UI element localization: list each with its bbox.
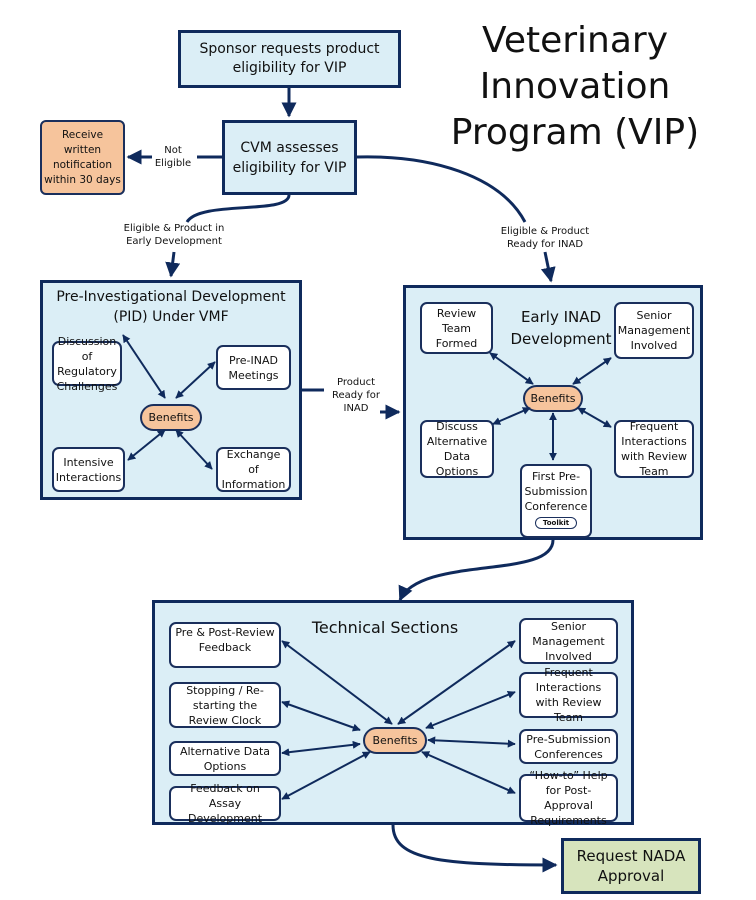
product-ready-label: Product Ready for INAD <box>332 377 380 414</box>
arrow-inad-to-tech <box>398 539 555 602</box>
title-line-1: Veterinary <box>481 20 669 61</box>
tech-right-howto: “How-to” Help for Post-Approval Requirem… <box>519 769 618 827</box>
sponsor-request-box: Sponsor requests product eligibility for… <box>178 30 401 88</box>
inad-item-review-team: Review Team Formed <box>420 302 493 354</box>
cvm-assess-text: CVM assesses eligibility for VIP <box>232 139 347 176</box>
toolkit-button[interactable]: Toolkit <box>534 517 578 529</box>
nada-approval-box: Request NADA Approval <box>561 838 701 894</box>
arrow-inad-head <box>540 251 556 283</box>
tech-left-assay: Feedback on Assay Development <box>169 782 281 825</box>
tech-right-senior: Senior Management Involved <box>519 618 618 664</box>
first-presub-text: First Pre-Submission Conference <box>524 470 588 513</box>
inad-item-alt-data: Discuss Alternative Data Options <box>420 420 494 478</box>
inad-item-senior-mgmt: Senior Management Involved <box>614 302 694 359</box>
inad-title: Early INAD Development <box>510 308 612 348</box>
arrow-cvm-to-pid <box>185 194 291 223</box>
arrow-cvm-to-inad <box>356 155 527 223</box>
notification-text: Receive written notification within 30 d… <box>44 128 121 186</box>
eligible-inad-label: Eligible & Product Ready for INAD <box>500 226 590 250</box>
notification-box: Receive written notification within 30 d… <box>40 120 125 195</box>
diagram-title: Veterinary Innovation Program (VIP) <box>440 18 710 156</box>
pid-item-exchange: Exchange of Information <box>216 447 291 492</box>
inad-item-first-presub: First Pre-Submission Conference Toolkit <box>520 464 592 538</box>
tech-title: Technical Sections <box>311 618 459 637</box>
tech-benefits: Benefits <box>363 727 427 754</box>
inad-item-frequent: Frequent Interactions with Review Team <box>614 420 694 478</box>
pid-item-intensive: Intensive Interactions <box>52 447 125 492</box>
pid-benefits: Benefits <box>140 404 202 431</box>
tech-left-clock: Stopping / Re-starting the Review Clock <box>169 682 281 728</box>
tech-right-frequent: Frequent Interactions with Review Team <box>519 666 618 724</box>
arrow-tech-to-nada <box>391 824 558 873</box>
eligible-early-label: Eligible & Product in Early Development <box>123 223 225 247</box>
pid-panel: Pre-Investigational Development (PID) Un… <box>40 280 302 500</box>
pid-item-regulatory: Discussion of Regulatory Challenges <box>52 335 122 393</box>
arrow-pid-head <box>165 251 181 278</box>
sponsor-request-text: Sponsor requests product eligibility for… <box>199 41 380 76</box>
title-line-2: Innovation <box>479 66 671 107</box>
pid-title: Pre-Investigational Development (PID) Un… <box>56 289 286 325</box>
tech-right-presub: Pre-Submission Conferences <box>519 729 618 764</box>
inad-panel: Early INAD Development Review Team Forme… <box>403 285 703 540</box>
tech-panel: Technical Sections Pre & Post-Review Fee… <box>152 600 634 827</box>
pid-item-pre-inad: Pre-INAD Meetings <box>216 345 291 390</box>
tech-left-alt-data: Alternative Data Options <box>169 741 281 776</box>
nada-approval-text: Request NADA Approval <box>576 847 686 885</box>
title-line-3: Program (VIP) <box>450 112 700 153</box>
inad-benefits: Benefits <box>523 385 583 412</box>
tech-left-feedback: Pre & Post-Review Feedback <box>169 622 281 668</box>
cvm-assess-box: CVM assesses eligibility for VIP <box>222 120 357 195</box>
not-eligible-label: Not Eligible <box>154 145 192 169</box>
